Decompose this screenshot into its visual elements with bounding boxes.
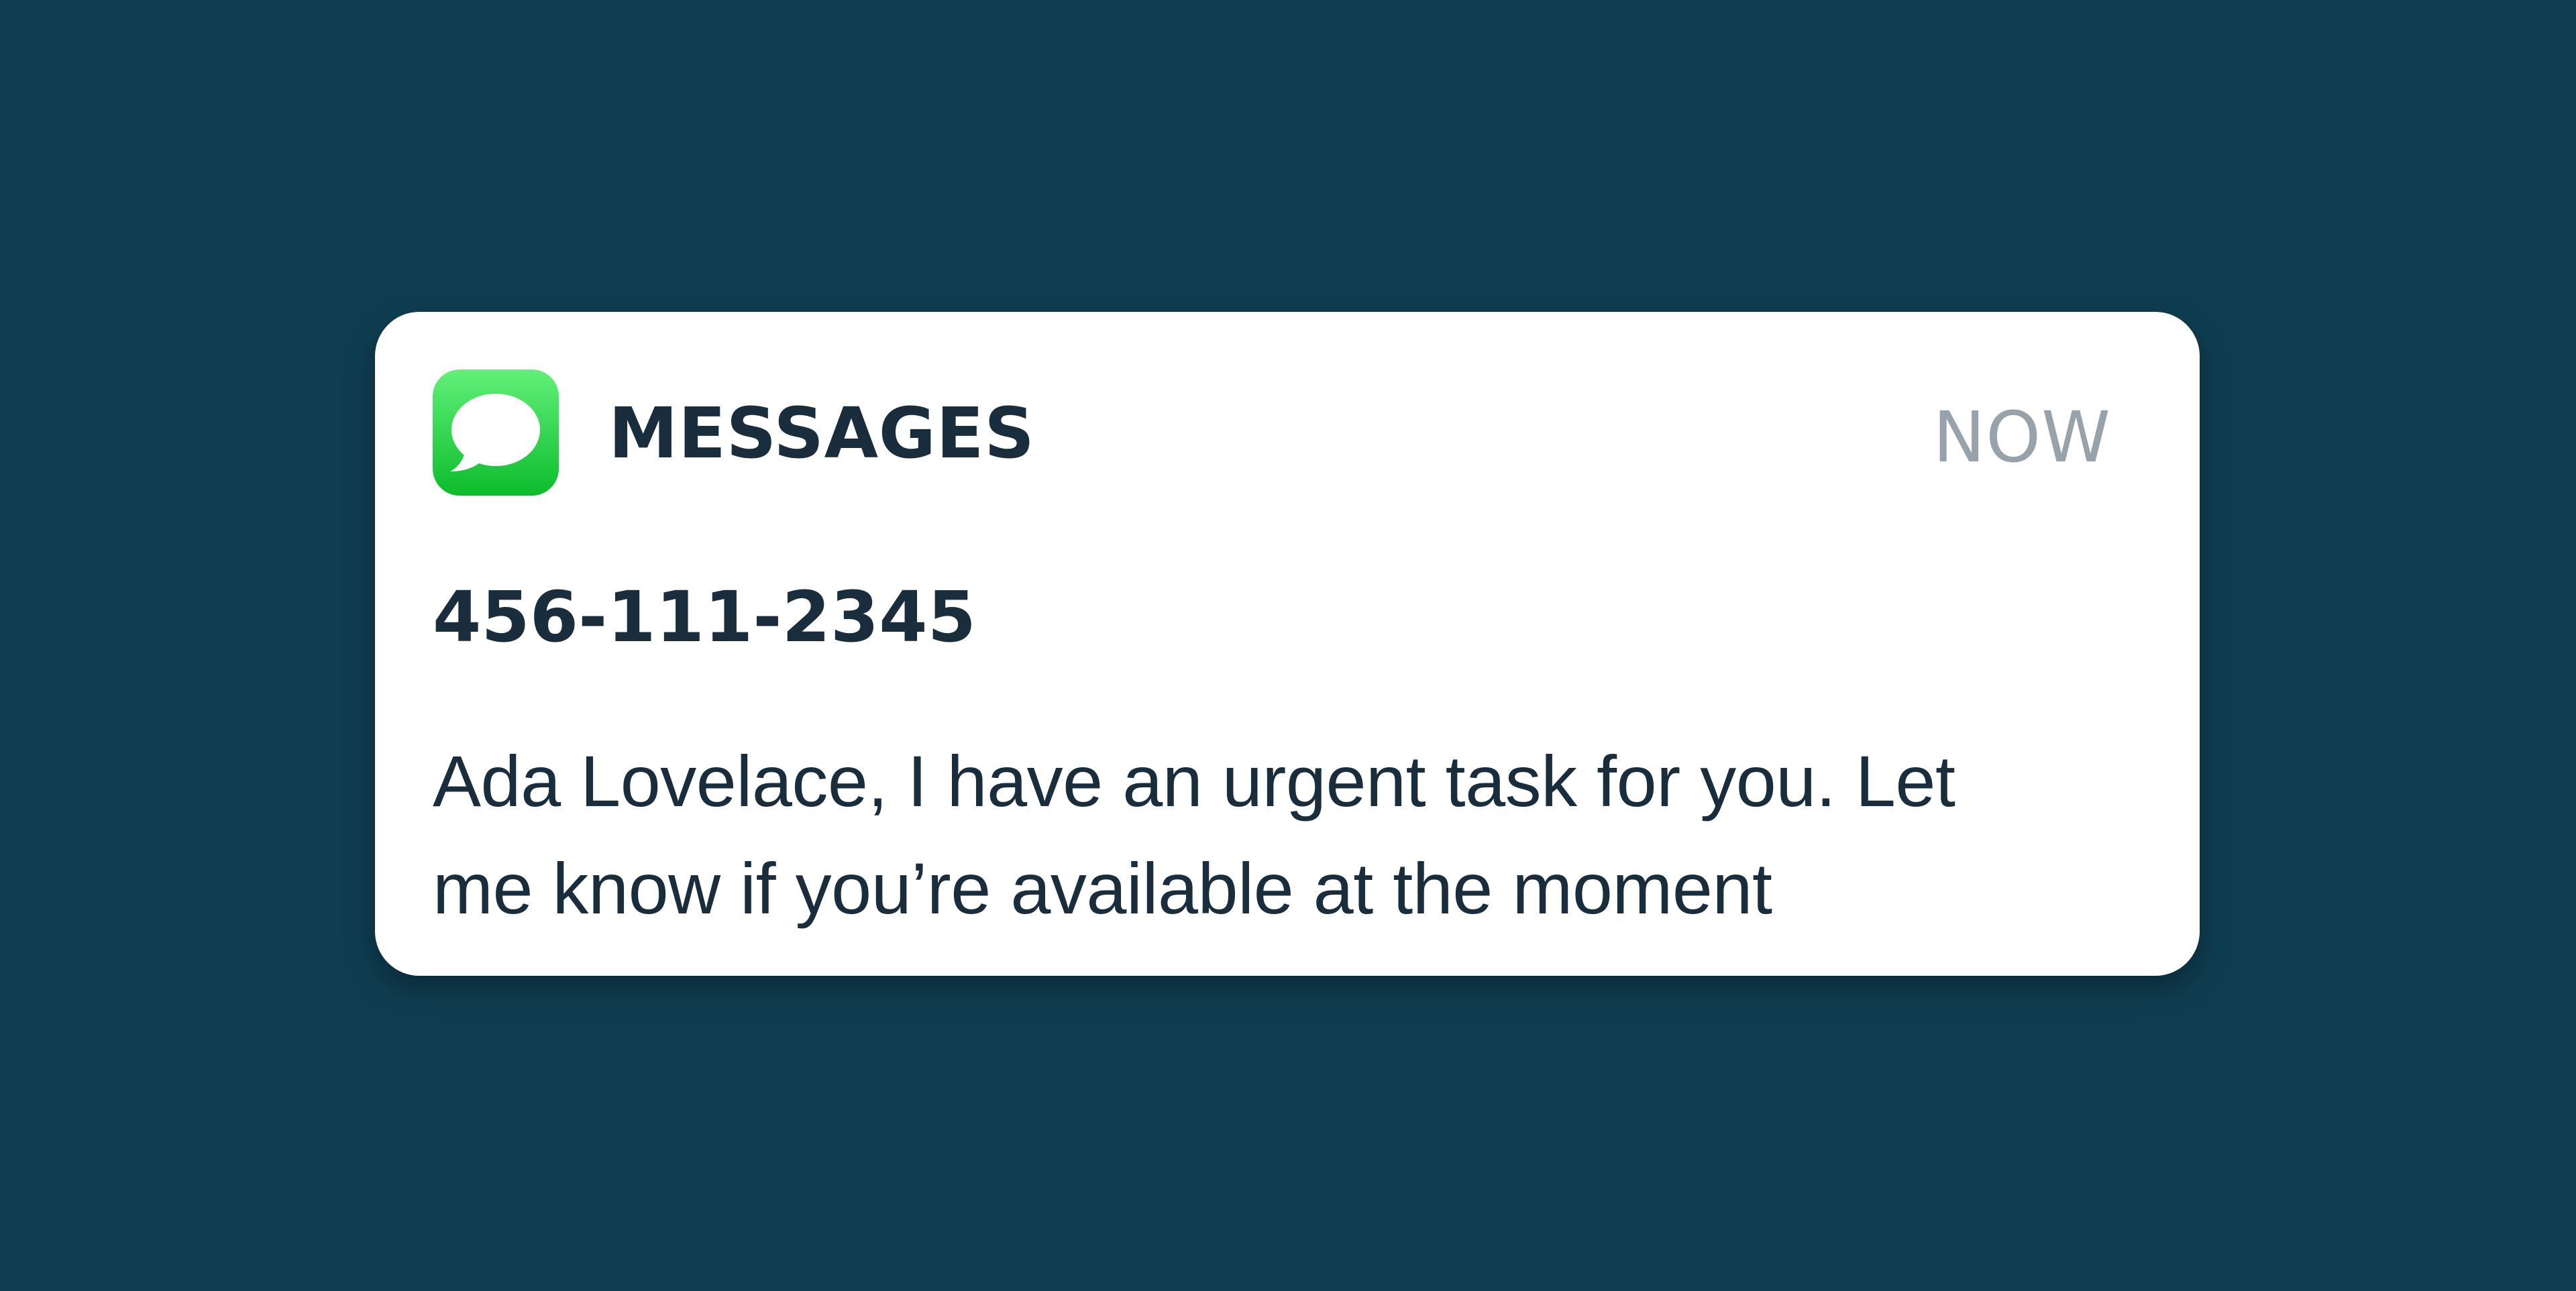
message-body: Ada Lovelace, I have an urgent task for … [433,740,1955,929]
app-name: MESSAGES [608,392,1035,474]
messages-app-icon [433,370,559,496]
message-notification[interactable]: MESSAGES NOW 456-111-2345 Ada Lovelace, … [375,312,2200,976]
notification-timestamp: NOW [1933,396,2111,478]
speech-bubble-icon [450,394,540,471]
sender-phone-number: 456-111-2345 [433,576,976,658]
